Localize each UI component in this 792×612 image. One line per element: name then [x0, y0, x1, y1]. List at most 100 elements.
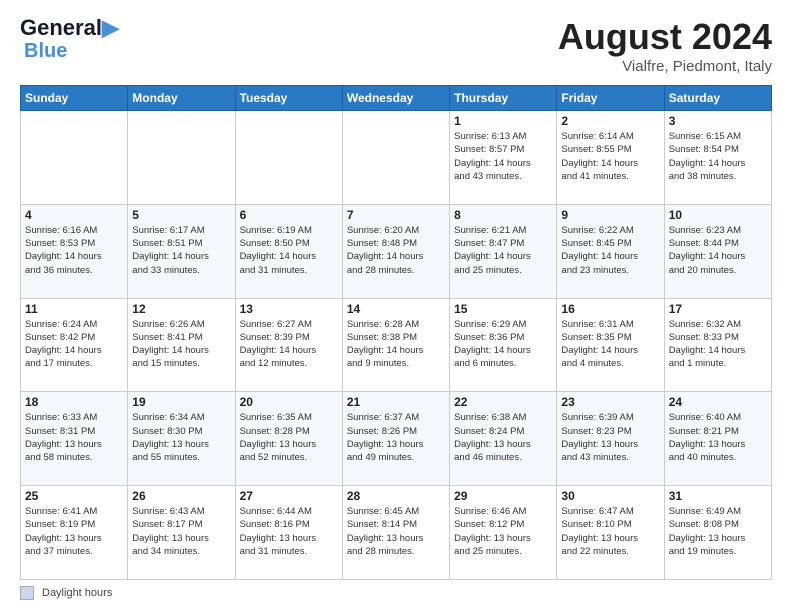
calendar-cell: 24 Sunrise: 6:40 AM Sunset: 8:21 PM Dayli…: [664, 392, 771, 486]
day-number: 2: [561, 114, 659, 128]
calendar-cell: 30Sunrise: 6:47 AM Sunset: 8:10 PM Dayli…: [557, 486, 664, 580]
calendar-cell: 17Sunrise: 6:32 AM Sunset: 8:33 PM Dayli…: [664, 298, 771, 392]
calendar-cell: 8Sunrise: 6:21 AM Sunset: 8:47 PM Daylig…: [450, 204, 557, 298]
day-number: 30: [561, 489, 659, 503]
calendar-week-row: 25 Sunrise: 6:41 AM Sunset: 8:19 PM Dayli…: [21, 486, 772, 580]
calendar-cell: 2 Sunrise: 6:14 AM Sunset: 8:55 PM Daylig…: [557, 111, 664, 205]
day-header-sunday: Sunday: [21, 86, 128, 111]
day-info: Sunrise: 6:32 AM Sunset: 8:33 PM Dayligh…: [669, 318, 767, 371]
calendar-cell: 21Sunrise: 6:37 AM Sunset: 8:26 PM Dayli…: [342, 392, 449, 486]
day-number: 29: [454, 489, 552, 503]
day-info: Sunrise: 6:31 AM Sunset: 8:35 PM Dayligh…: [561, 318, 659, 371]
legend-label: Daylight hours: [42, 587, 112, 599]
day-info: Sunrise: 6:27 AM Sunset: 8:39 PM Dayligh…: [240, 318, 338, 371]
day-number: 8: [454, 208, 552, 222]
logo-text: General▶: [20, 16, 119, 40]
day-number: 7: [347, 208, 445, 222]
day-info: Sunrise: 6:39 AM Sunset: 8:23 PM Dayligh…: [561, 411, 659, 464]
calendar-week-row: 18Sunrise: 6:33 AM Sunset: 8:31 PM Dayli…: [21, 392, 772, 486]
calendar-cell: 28 Sunrise: 6:45 AM Sunset: 8:14 PM Dayli…: [342, 486, 449, 580]
day-info: Sunrise: 6:17 AM Sunset: 8:51 PM Dayligh…: [132, 224, 230, 277]
day-number: 31: [669, 489, 767, 503]
day-info: Sunrise: 6:49 AM Sunset: 8:08 PM Dayligh…: [669, 505, 767, 558]
legend-box: [20, 586, 34, 600]
day-number: 15: [454, 302, 552, 316]
day-info: Sunrise: 6:14 AM Sunset: 8:55 PM Dayligh…: [561, 130, 659, 183]
day-header-friday: Friday: [557, 86, 664, 111]
day-number: 12: [132, 302, 230, 316]
calendar-cell: [21, 111, 128, 205]
calendar-week-row: 4Sunrise: 6:16 AM Sunset: 8:53 PM Daylig…: [21, 204, 772, 298]
calendar-cell: 26 Sunrise: 6:43 AM Sunset: 8:17 PM Dayli…: [128, 486, 235, 580]
calendar-cell: 13 Sunrise: 6:27 AM Sunset: 8:39 PM Dayli…: [235, 298, 342, 392]
calendar-cell: 27 Sunrise: 6:44 AM Sunset: 8:16 PM Dayli…: [235, 486, 342, 580]
calendar-week-row: 11 Sunrise: 6:24 AM Sunset: 8:42 PM Dayli…: [21, 298, 772, 392]
day-info: Sunrise: 6:22 AM Sunset: 8:45 PM Dayligh…: [561, 224, 659, 277]
day-info: Sunrise: 6:35 AM Sunset: 8:28 PM Dayligh…: [240, 411, 338, 464]
calendar-cell: 29 Sunrise: 6:46 AM Sunset: 8:12 PM Dayli…: [450, 486, 557, 580]
calendar-header-row: SundayMondayTuesdayWednesdayThursdayFrid…: [21, 86, 772, 111]
day-number: 21: [347, 395, 445, 409]
calendar-cell: 31 Sunrise: 6:49 AM Sunset: 8:08 PM Dayli…: [664, 486, 771, 580]
day-number: 6: [240, 208, 338, 222]
day-number: 11: [25, 302, 123, 316]
day-number: 24: [669, 395, 767, 409]
day-info: Sunrise: 6:38 AM Sunset: 8:24 PM Dayligh…: [454, 411, 552, 464]
day-number: 25: [25, 489, 123, 503]
day-number: 1: [454, 114, 552, 128]
calendar-cell: [342, 111, 449, 205]
day-number: 14: [347, 302, 445, 316]
day-number: 3: [669, 114, 767, 128]
page: General▶ Blue August 2024 Vialfre, Piedm…: [0, 0, 792, 612]
location: Vialfre, Piedmont, Italy: [558, 58, 772, 75]
day-number: 28: [347, 489, 445, 503]
calendar-cell: 23 Sunrise: 6:39 AM Sunset: 8:23 PM Dayli…: [557, 392, 664, 486]
calendar-cell: 16Sunrise: 6:31 AM Sunset: 8:35 PM Dayli…: [557, 298, 664, 392]
calendar-cell: 20 Sunrise: 6:35 AM Sunset: 8:28 PM Dayli…: [235, 392, 342, 486]
day-info: Sunrise: 6:23 AM Sunset: 8:44 PM Dayligh…: [669, 224, 767, 277]
day-number: 18: [25, 395, 123, 409]
calendar-cell: 19 Sunrise: 6:34 AM Sunset: 8:30 PM Dayli…: [128, 392, 235, 486]
day-header-monday: Monday: [128, 86, 235, 111]
day-info: Sunrise: 6:43 AM Sunset: 8:17 PM Dayligh…: [132, 505, 230, 558]
day-info: Sunrise: 6:24 AM Sunset: 8:42 PM Dayligh…: [25, 318, 123, 371]
day-info: Sunrise: 6:45 AM Sunset: 8:14 PM Dayligh…: [347, 505, 445, 558]
month-title: August 2024: [558, 16, 772, 58]
day-info: Sunrise: 6:41 AM Sunset: 8:19 PM Dayligh…: [25, 505, 123, 558]
title-area: August 2024 Vialfre, Piedmont, Italy: [558, 16, 772, 75]
calendar-cell: 14Sunrise: 6:28 AM Sunset: 8:38 PM Dayli…: [342, 298, 449, 392]
calendar-cell: 12Sunrise: 6:26 AM Sunset: 8:41 PM Dayli…: [128, 298, 235, 392]
calendar-cell: [128, 111, 235, 205]
calendar-week-row: 1 Sunrise: 6:13 AM Sunset: 8:57 PM Daylig…: [21, 111, 772, 205]
day-number: 10: [669, 208, 767, 222]
header: General▶ Blue August 2024 Vialfre, Piedm…: [20, 16, 772, 75]
calendar-cell: 15Sunrise: 6:29 AM Sunset: 8:36 PM Dayli…: [450, 298, 557, 392]
calendar-cell: 5Sunrise: 6:17 AM Sunset: 8:51 PM Daylig…: [128, 204, 235, 298]
day-info: Sunrise: 6:19 AM Sunset: 8:50 PM Dayligh…: [240, 224, 338, 277]
calendar-cell: 11 Sunrise: 6:24 AM Sunset: 8:42 PM Dayli…: [21, 298, 128, 392]
day-header-saturday: Saturday: [664, 86, 771, 111]
day-info: Sunrise: 6:13 AM Sunset: 8:57 PM Dayligh…: [454, 130, 552, 183]
logo-text2: Blue: [24, 40, 67, 62]
day-number: 27: [240, 489, 338, 503]
day-number: 19: [132, 395, 230, 409]
calendar-cell: 22 Sunrise: 6:38 AM Sunset: 8:24 PM Dayli…: [450, 392, 557, 486]
day-info: Sunrise: 6:15 AM Sunset: 8:54 PM Dayligh…: [669, 130, 767, 183]
day-header-wednesday: Wednesday: [342, 86, 449, 111]
day-number: 26: [132, 489, 230, 503]
legend: Daylight hours: [20, 586, 772, 600]
day-number: 23: [561, 395, 659, 409]
day-header-thursday: Thursday: [450, 86, 557, 111]
day-info: Sunrise: 6:40 AM Sunset: 8:21 PM Dayligh…: [669, 411, 767, 464]
day-number: 22: [454, 395, 552, 409]
calendar-cell: 7Sunrise: 6:20 AM Sunset: 8:48 PM Daylig…: [342, 204, 449, 298]
calendar-cell: 3 Sunrise: 6:15 AM Sunset: 8:54 PM Daylig…: [664, 111, 771, 205]
calendar-cell: 4Sunrise: 6:16 AM Sunset: 8:53 PM Daylig…: [21, 204, 128, 298]
day-info: Sunrise: 6:44 AM Sunset: 8:16 PM Dayligh…: [240, 505, 338, 558]
day-number: 20: [240, 395, 338, 409]
day-info: Sunrise: 6:34 AM Sunset: 8:30 PM Dayligh…: [132, 411, 230, 464]
calendar-cell: 1 Sunrise: 6:13 AM Sunset: 8:57 PM Daylig…: [450, 111, 557, 205]
day-number: 13: [240, 302, 338, 316]
day-info: Sunrise: 6:46 AM Sunset: 8:12 PM Dayligh…: [454, 505, 552, 558]
day-number: 9: [561, 208, 659, 222]
